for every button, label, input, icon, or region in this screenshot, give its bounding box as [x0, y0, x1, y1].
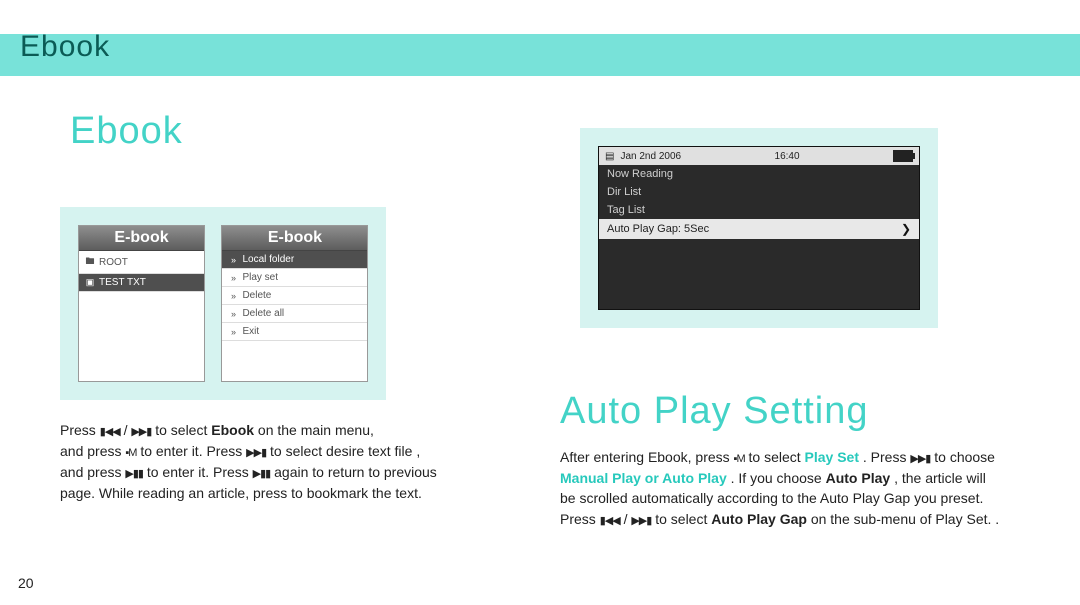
text: to choose — [934, 449, 995, 465]
text: , the article will — [894, 470, 986, 486]
text: Press — [560, 511, 600, 527]
list-item-label: Local folder — [242, 254, 294, 265]
list-item: Auto Play Gap: 5Sec ❯ — [599, 219, 919, 239]
autoplay-instructions: After entering Ebook, press ▪M to select… — [560, 447, 1040, 529]
next-track-icon: ▶▶▮ — [631, 515, 651, 527]
list-item-label: Auto Play Gap: 5Sec — [607, 223, 709, 235]
next-track-icon: ▶▶▮ — [131, 426, 151, 438]
text: and press — [60, 464, 125, 480]
list-item: » Exit — [222, 323, 367, 341]
text: to enter it. Press — [140, 443, 246, 459]
list-item-label: Tag List — [607, 204, 645, 216]
text: and press — [60, 443, 125, 459]
file-icon: ▣ — [85, 277, 95, 288]
text: to enter it. Press — [147, 464, 253, 480]
text: . If you choose — [731, 470, 826, 486]
text: Press — [60, 422, 100, 438]
text: to select — [155, 422, 211, 438]
status-time: 16:40 — [775, 151, 800, 162]
ebook-device-filelist: E-book 🖿 ROOT ▣ TEST TXT — [78, 225, 205, 382]
device2-header: E-book — [222, 226, 367, 251]
right-column: ▤ Jan 2nd 2006 16:40 Now Reading Dir Lis… — [560, 110, 1040, 529]
text: to select — [749, 449, 805, 465]
chevron-icon: » — [228, 327, 238, 337]
list-item: » Local folder — [222, 251, 367, 269]
list-item-label: Now Reading — [607, 168, 673, 180]
folder-icon: 🖿 — [85, 254, 95, 270]
chevron-icon: » — [228, 309, 238, 319]
list-item: ▣ TEST TXT — [79, 274, 204, 292]
ebook-screenshots-panel: E-book 🖿 ROOT ▣ TEST TXT E-book » Local … — [60, 207, 386, 400]
page-number: 20 — [18, 575, 34, 591]
status-date: Jan 2nd 2006 — [620, 151, 681, 162]
text: be scrolled automatically according to t… — [560, 490, 983, 506]
list-item-label: Dir List — [607, 186, 641, 198]
device1-header: E-book — [79, 226, 204, 251]
list-item: Dir List — [599, 183, 919, 201]
fast-forward-icon: ▶▶▮ — [910, 453, 930, 465]
list-item: Tag List — [599, 201, 919, 219]
text: again to return to previous — [274, 464, 437, 480]
bold-text: Auto Play — [826, 470, 891, 486]
chevron-icon: » — [228, 255, 238, 265]
text: page. While reading an article, press to… — [60, 485, 422, 501]
bold-text: Ebook — [211, 422, 254, 438]
prev-track-icon: ▮◀◀ — [100, 426, 120, 438]
list-item-label: Exit — [242, 326, 259, 337]
list-item-label: Delete — [242, 290, 271, 301]
list-item-label: ROOT — [99, 257, 128, 268]
ebook-instructions: Press ▮◀◀ / ▶▶▮ to select Ebook on the m… — [60, 420, 540, 503]
text: to select — [655, 511, 711, 527]
list-item: 🖿 ROOT — [79, 251, 204, 274]
list-item-label: TEST TXT — [99, 277, 146, 288]
section-title-ebook: Ebook — [70, 110, 540, 153]
list-item: » Delete all — [222, 305, 367, 323]
header-band: Ebook — [0, 34, 1080, 76]
ebook-device-menu: E-book » Local folder » Play set » Delet… — [221, 225, 368, 382]
text: on the main menu, — [258, 422, 374, 438]
autoplay-screenshot-panel: ▤ Jan 2nd 2006 16:40 Now Reading Dir Lis… — [580, 128, 938, 328]
chevron-icon: » — [228, 273, 238, 283]
chevron-icon: » — [228, 291, 238, 301]
play-pause-icon: ▶▮▮ — [253, 468, 271, 480]
battery-icon — [893, 150, 913, 162]
menu-icon: ▪M — [734, 453, 745, 465]
text: After entering Ebook, press — [560, 449, 734, 465]
list-item: » Delete — [222, 287, 367, 305]
text: to select desire text file , — [270, 443, 420, 459]
bold-text: Auto Play Gap — [711, 511, 807, 527]
fast-forward-icon: ▶▶▮ — [246, 447, 266, 459]
list-item-label: Delete all — [242, 308, 284, 319]
band-title: Ebook — [20, 30, 110, 64]
autoplay-device: ▤ Jan 2nd 2006 16:40 Now Reading Dir Lis… — [598, 146, 920, 310]
list-item: Now Reading — [599, 165, 919, 183]
book-icon: ▤ — [605, 151, 614, 162]
status-bar: ▤ Jan 2nd 2006 16:40 — [599, 147, 919, 165]
prev-track-icon: ▮◀◀ — [600, 515, 620, 527]
accent-text: Manual Play or Auto Play — [560, 470, 727, 486]
play-pause-icon: ▶▮▮ — [125, 468, 143, 480]
text: . Press — [863, 449, 910, 465]
autoplay-menu: Now Reading Dir List Tag List Auto Play … — [599, 165, 919, 239]
list-item-label: Play set — [242, 272, 278, 283]
text: on the sub-menu of Play Set. . — [811, 511, 999, 527]
left-column: Ebook E-book 🖿 ROOT ▣ TEST TXT E-book » — [60, 110, 540, 503]
chevron-right-icon: ❯ — [901, 222, 911, 236]
list-item: » Play set — [222, 269, 367, 287]
menu-icon: ▪M — [125, 447, 136, 459]
accent-text: Play Set — [805, 449, 859, 465]
section-title-autoplay: Auto Play Setting — [560, 390, 1040, 433]
